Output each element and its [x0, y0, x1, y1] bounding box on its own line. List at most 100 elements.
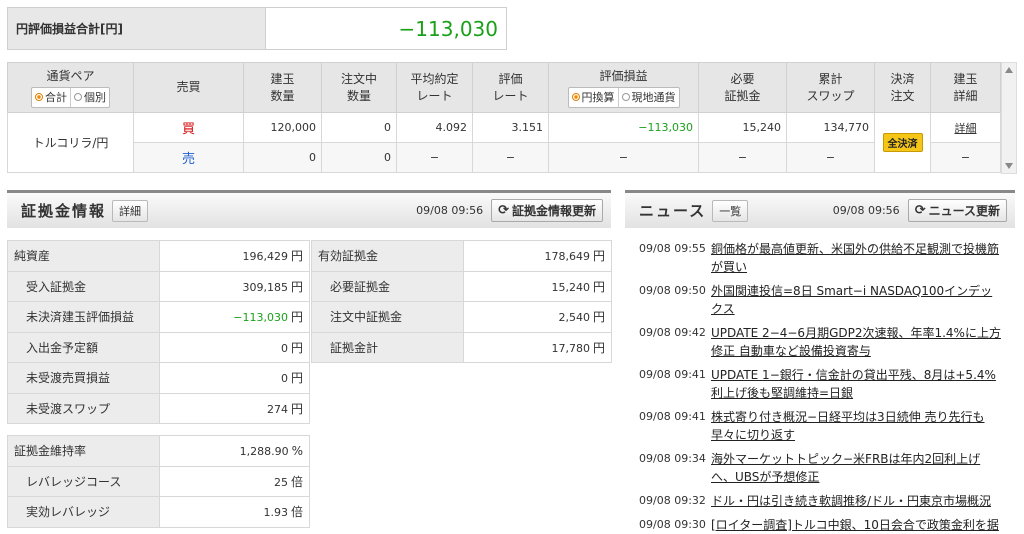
- kv-value: 178,649: [544, 250, 590, 264]
- buy-avg-rate: 4.092: [396, 112, 473, 143]
- buy-qty: 120,000: [243, 112, 322, 143]
- news-item: 09/08 09:34 海外マーケットトピック−米FRBは年内2回利上げへ、UBS…: [625, 450, 1015, 486]
- table-row: 有効証拠金 178,649 円: [311, 240, 612, 272]
- positions-scrollbar[interactable]: [1001, 62, 1017, 174]
- buy-eval-rate: 3.151: [472, 112, 549, 143]
- kv-value-cell: 1.93 倍: [159, 496, 310, 528]
- news-time: 09/08 09:55: [639, 242, 706, 255]
- kv-value: 0: [280, 341, 288, 355]
- table-row: 入出金予定額 0 円: [7, 331, 310, 363]
- col-eval-rate-l1: 評価: [498, 71, 523, 86]
- kv-label: 受入証拠金: [7, 270, 160, 302]
- news-headline-link[interactable]: 銅価格が最高値更新、米国外の供給不足観測で投機筋が買い: [711, 240, 1001, 276]
- refresh-icon: ⟳: [498, 203, 509, 218]
- buy-detail-link[interactable]: 詳細: [955, 122, 977, 135]
- kv-label: 注文中証拠金: [311, 301, 464, 333]
- radio-dot-off-icon: [74, 93, 82, 101]
- col-detail: 建玉 詳細: [930, 62, 1001, 113]
- buy-swap: 134,770: [786, 112, 875, 143]
- col-pair-label: 通貨ペア: [46, 68, 95, 83]
- col-swap-l1: 累計: [818, 71, 843, 86]
- news-panel-header: ニュース 一覧 09/08 09:56 ⟳ ニュース更新: [625, 190, 1015, 228]
- positions-header-row: 通貨ペア 合計 個別 売買 建玉 数量 注文中 数量 平均約定 レート 評価 レート 評…: [7, 62, 1001, 113]
- kv-unit: 円: [592, 249, 605, 264]
- news-headline-link[interactable]: UPDATE 2−4−6月期GDP2次速報、年率1.4%に上方修正 自動車など設…: [711, 324, 1001, 360]
- sell-margin: −: [698, 142, 787, 173]
- col-qty-l1: 建玉: [270, 71, 295, 86]
- table-row: 証拠金維持率 1,288.90%: [7, 435, 310, 467]
- kv-label: 未受渡スワップ: [7, 392, 160, 424]
- table-row: 未受渡スワップ 274 円: [7, 392, 310, 424]
- radio-local-label: 現地通貨: [631, 90, 676, 104]
- kv-value: 15,240: [551, 280, 590, 294]
- margin-detail-button[interactable]: 詳細: [112, 199, 149, 222]
- news-headline-link[interactable]: 海外マーケットトピック−米FRBは年内2回利上げへ、UBSが予想修正: [711, 450, 1001, 486]
- scroll-down-icon[interactable]: [1005, 163, 1013, 169]
- table-row: 純資産 196,429 円: [7, 240, 310, 272]
- col-qty-l2: 数量: [270, 88, 295, 103]
- side-sell: 売: [133, 142, 244, 173]
- col-order-qty: 注文中 数量: [321, 62, 397, 113]
- kv-unit: 倍: [290, 474, 303, 489]
- kv-value-cell: 178,649 円: [463, 240, 612, 272]
- buy-detail-cell: 詳細: [930, 112, 1001, 143]
- news-headline-link[interactable]: [ロイター調査]トルコ中銀、10日会合で政策金利を据: [711, 516, 1001, 534]
- kv-value: 196,429: [242, 250, 288, 264]
- col-settle-l2: 注文: [890, 88, 915, 103]
- news-refresh-label: ニュース更新: [928, 204, 1000, 218]
- news-time: 09/08 09:41: [639, 368, 706, 381]
- sell-avg-rate: −: [396, 142, 473, 173]
- kv-unit: 円: [290, 310, 303, 325]
- kv-label: 未決済建玉評価損益: [7, 301, 160, 333]
- news-refresh-button[interactable]: ⟳ ニュース更新: [907, 199, 1007, 222]
- col-eval-rate: 評価 レート: [472, 62, 549, 113]
- kv-value: 0: [280, 372, 288, 386]
- positions-table: 通貨ペア 合計 個別 売買 建玉 数量 注文中 数量 平均約定 レート 評価 レート 評…: [7, 62, 1001, 173]
- radio-yen[interactable]: 円換算: [569, 88, 618, 107]
- col-pnl: 評価損益 円換算 現地通貨: [548, 62, 699, 113]
- settle-all-button[interactable]: 全決済: [882, 133, 923, 152]
- kv-unit: %: [291, 443, 303, 458]
- col-detail-l2: 詳細: [953, 88, 978, 103]
- sell-qty: 0: [243, 142, 322, 173]
- news-list-button[interactable]: 一覧: [712, 199, 749, 222]
- col-pnl-label: 評価損益: [599, 68, 648, 83]
- leverage-table: 証拠金維持率 1,288.90% レバレッジコース 25 倍実効レバレッジ 1.93 倍: [7, 435, 310, 528]
- margin-refresh-button[interactable]: ⟳ 証拠金情報更新: [491, 199, 603, 222]
- table-row: 未決済建玉評価損益 −113,030 円: [7, 301, 310, 333]
- news-headline-link[interactable]: 株式寄り付き概況−日経平均は3日続伸 売り先行も早々に切り返す: [711, 408, 1001, 444]
- col-eval-rate-l2: レート: [492, 88, 529, 103]
- pnl-summary-label: 円評価損益合計[円]: [8, 8, 266, 49]
- radio-local[interactable]: 現地通貨: [617, 87, 679, 107]
- news-timestamp: 09/08 09:56: [832, 204, 900, 217]
- news-item: 09/08 09:41 UPDATE 1−銀行・信金計の貸出平残、8月は+5.4%…: [625, 366, 1015, 402]
- news-item: 09/08 09:30 [ロイター調査]トルコ中銀、10日会合で政策金利を据: [625, 516, 1015, 534]
- table-row: 未受渡売買損益 0 円: [7, 362, 310, 394]
- kv-value-cell: 15,240 円: [463, 270, 612, 302]
- sell-pnl: −: [548, 142, 699, 173]
- sell-detail: −: [930, 142, 1001, 173]
- kv-value: 1.93: [263, 506, 288, 520]
- news-time: 09/08 09:34: [639, 452, 706, 465]
- pnl-mode-radio: 円換算 現地通貨: [567, 86, 680, 108]
- news-headline-link[interactable]: UPDATE 1−銀行・信金計の貸出平残、8月は+5.4% 利上げ後も堅調維持=…: [711, 366, 1001, 402]
- radio-individual[interactable]: 個別: [70, 87, 109, 107]
- radio-total[interactable]: 合計: [32, 88, 70, 107]
- pnl-summary-value: −113,030: [398, 16, 498, 41]
- table-row: 証拠金計 17,780 円: [311, 331, 612, 363]
- kv-value-cell: 2,540 円: [463, 301, 612, 333]
- news-item: 09/08 09:50 外国関連投信=8日 Smart−i NASDAQ100イン…: [625, 282, 1015, 318]
- kv-value: 309,185: [242, 280, 288, 294]
- news-headline-link[interactable]: ドル・円は引き続き軟調推移/ドル・円東京市場概況: [711, 492, 1001, 510]
- news-headline-link[interactable]: 外国関連投信=8日 Smart−i NASDAQ100インデックス: [711, 282, 1001, 318]
- radio-dot-on-icon: [571, 93, 580, 101]
- kv-value: 274: [266, 402, 288, 416]
- refresh-icon: ⟳: [914, 203, 926, 218]
- table-row: レバレッジコース 25 倍: [7, 465, 310, 497]
- col-avg-rate: 平均約定 レート: [396, 62, 473, 113]
- col-settle: 決済 注文: [874, 62, 931, 113]
- kv-value: −113,030: [233, 311, 288, 325]
- kv-label: 証拠金維持率: [7, 435, 160, 467]
- kv-label: 必要証拠金: [311, 270, 464, 302]
- scroll-up-icon[interactable]: [1005, 67, 1013, 73]
